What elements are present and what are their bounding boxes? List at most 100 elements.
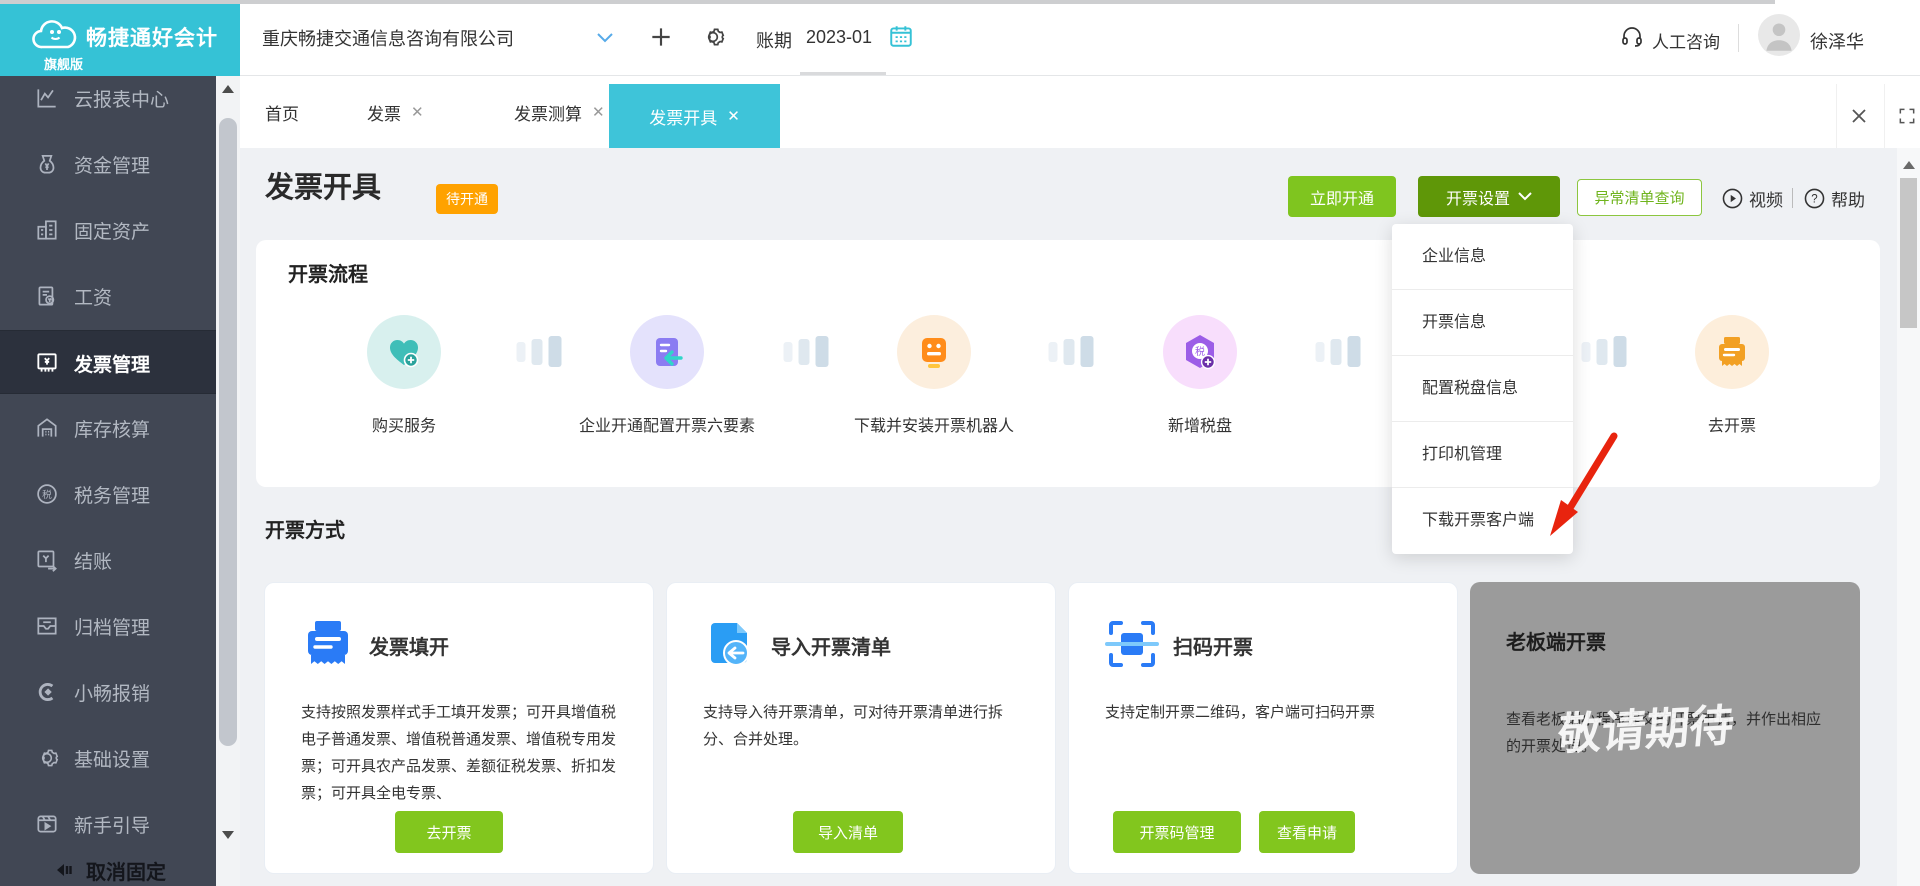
close-tab-icon[interactable]: ✕ <box>727 109 740 124</box>
xiaochang-logo-icon <box>38 683 54 701</box>
close-tab-icon[interactable]: ✕ <box>592 105 605 120</box>
company-chevron-down-icon[interactable] <box>596 32 614 44</box>
card-title: 导入开票清单 <box>771 637 891 659</box>
tax-stamp-icon: 税 <box>37 484 57 504</box>
tax-disk-plus-icon: 税 <box>1186 335 1216 370</box>
menu-item-printer-manage[interactable]: 打印机管理 <box>1392 422 1573 488</box>
calendar-icon[interactable] <box>888 23 914 49</box>
sidebar-scrollbar[interactable] <box>216 76 240 886</box>
sidebar-item-tax[interactable]: 税 税务管理 <box>0 467 216 521</box>
svg-text:税: 税 <box>42 488 52 501</box>
go-invoice-button[interactable]: 去开票 <box>395 811 503 853</box>
sidebar-item-cloud-reports[interactable]: 云报表中心 <box>0 71 216 125</box>
flow-progress-dots <box>1581 336 1627 367</box>
sidebar-item-guide[interactable]: 新手引导 <box>0 797 216 851</box>
tab-invoice[interactable]: 发票 ✕ <box>367 100 424 125</box>
activate-now-button[interactable]: 立即开通 <box>1288 176 1396 217</box>
sidebar-item-invoice-management[interactable]: 发票管理 <box>0 330 216 394</box>
card-boss-invoice: 老板端开票 查看老板端小程序提交的开票申请，并作出相应的开票处理。 敬请期待 <box>1470 582 1860 874</box>
settle-card-icon <box>37 550 57 572</box>
menu-item-download-client[interactable]: 下载开票客户端 <box>1392 488 1573 554</box>
play-circle-icon <box>1722 188 1743 209</box>
status-badge: 待开通 <box>436 184 498 214</box>
menu-item-invoice-info[interactable]: 开票信息 <box>1392 290 1573 356</box>
main-scroll-thumb[interactable] <box>1900 178 1917 328</box>
scroll-up-button[interactable] <box>216 76 240 102</box>
gear-icon[interactable] <box>700 24 726 50</box>
scan-qr-icon <box>1105 621 1159 667</box>
sidebar-item-funds[interactable]: 资金管理 <box>0 137 216 191</box>
tab-invoice-issue[interactable]: 发票开具 ✕ <box>609 84 780 148</box>
main-scrollbar[interactable] <box>1897 148 1920 886</box>
username[interactable]: 徐泽华 <box>1810 28 1864 54</box>
step-add-tax-disk: 税 <box>1163 315 1237 389</box>
card-title: 发票填开 <box>369 637 449 659</box>
consult-link[interactable]: 人工咨询 <box>1652 28 1720 53</box>
close-all-button[interactable] <box>1836 84 1880 148</box>
sidebar-item-settings[interactable]: 基础设置 <box>0 731 216 785</box>
tab-home[interactable]: 首页 <box>265 100 299 125</box>
robot-icon <box>922 338 946 368</box>
brand-edition: 旗舰版 <box>44 57 84 72</box>
cloud-logo-icon <box>32 20 77 49</box>
flow-heading: 开票流程 <box>288 264 368 286</box>
fullscreen-icon <box>1899 108 1914 124</box>
flow-progress-dots <box>783 336 829 367</box>
video-link[interactable]: 视频 <box>1722 186 1783 211</box>
sidebar-item-payroll[interactable]: 工资 <box>0 269 216 323</box>
menu-item-tax-disk-config[interactable]: 配置税盘信息 <box>1392 356 1573 422</box>
archive-box-icon <box>37 617 57 635</box>
step-configure-elements <box>630 315 704 389</box>
sidebar-item-closing[interactable]: 结账 <box>0 533 216 587</box>
close-tab-icon[interactable]: ✕ <box>411 105 424 120</box>
tab-invoice-calc[interactable]: 发票测算 ✕ <box>514 100 605 125</box>
period-value[interactable]: 2023-01 <box>806 27 872 48</box>
invoice-flow-panel: 开票流程 购买服务 企业开通配置开票六要素 下载并安装开票机器人 税 新增税盘 … <box>256 240 1880 487</box>
sidebar-scroll-thumb[interactable] <box>219 118 237 746</box>
unpin-sidebar-button[interactable]: 取消固定 <box>52 854 166 886</box>
sidebar-item-archive[interactable]: 归档管理 <box>0 599 216 653</box>
header: 畅捷通好会计 旗舰版 重庆畅捷交通信息咨询有限公司 账期 2023-01 人工咨… <box>0 0 1920 76</box>
building-icon <box>37 220 57 240</box>
sidebar-item-inventory[interactable]: 库存核算 <box>0 401 216 455</box>
invoice-settings-menu: 企业信息 开票信息 配置税盘信息 打印机管理 下载开票客户端 <box>1392 224 1573 554</box>
invoice-printer-icon <box>1719 337 1745 366</box>
period-label: 账期 <box>756 31 792 51</box>
tab-bar: 首页 发票 ✕ 发票测算 ✕ 发票开具 ✕ <box>240 76 1920 148</box>
card-title: 老板端开票 <box>1506 632 1606 654</box>
import-list-icon <box>711 623 749 666</box>
sidebar-item-expense[interactable]: 小畅报销 <box>0 665 216 719</box>
card-import-list: 导入开票清单 支持导入待开票清单，可对待开票清单进行拆分、合并处理。 导入清单 <box>666 582 1056 874</box>
app-logo: 畅捷通好会计 旗舰版 <box>0 0 240 76</box>
payroll-doc-icon <box>38 286 55 306</box>
step-go-invoice <box>1695 315 1769 389</box>
warehouse-icon <box>37 418 57 437</box>
menu-item-company-info[interactable]: 企业信息 <box>1392 224 1573 290</box>
company-name[interactable]: 重庆畅捷交通信息咨询有限公司 <box>262 25 514 51</box>
avatar[interactable] <box>1758 14 1800 56</box>
header-divider <box>1738 24 1739 52</box>
help-circle-icon: ? <box>1804 188 1825 209</box>
methods-heading: 开票方式 <box>265 520 345 542</box>
doc-arrow-icon <box>656 338 683 366</box>
heart-plus-icon <box>390 340 419 368</box>
flow-progress-dots <box>516 336 562 367</box>
chevron-down-icon <box>1518 192 1532 201</box>
invoice-code-manage-button[interactable]: 开票码管理 <box>1113 811 1241 853</box>
gear-icon <box>41 749 59 767</box>
money-bag-icon <box>39 155 55 174</box>
abnormal-list-button[interactable]: 异常清单查询 <box>1577 179 1702 216</box>
sidebar-item-fixed-assets[interactable]: 固定资产 <box>0 203 216 257</box>
help-link[interactable]: ? 帮助 <box>1804 186 1865 211</box>
card-scan-invoice: 扫码开票 支持定制开票二维码，客户端可扫码开票 开票码管理 查看申请 <box>1068 582 1458 874</box>
fullscreen-button[interactable] <box>1884 84 1920 148</box>
period-underline <box>800 72 886 75</box>
scroll-up-button[interactable] <box>1897 152 1920 178</box>
view-requests-button[interactable]: 查看申请 <box>1259 811 1355 853</box>
scroll-down-button[interactable] <box>216 822 240 848</box>
page-title: 发票开具 <box>265 172 382 204</box>
card-desc: 支持导入待开票清单，可对待开票清单进行拆分、合并处理。 <box>703 704 1004 748</box>
import-list-button[interactable]: 导入清单 <box>793 811 903 853</box>
invoice-settings-button[interactable]: 开票设置 <box>1418 176 1560 217</box>
add-account-icon[interactable] <box>648 24 674 50</box>
